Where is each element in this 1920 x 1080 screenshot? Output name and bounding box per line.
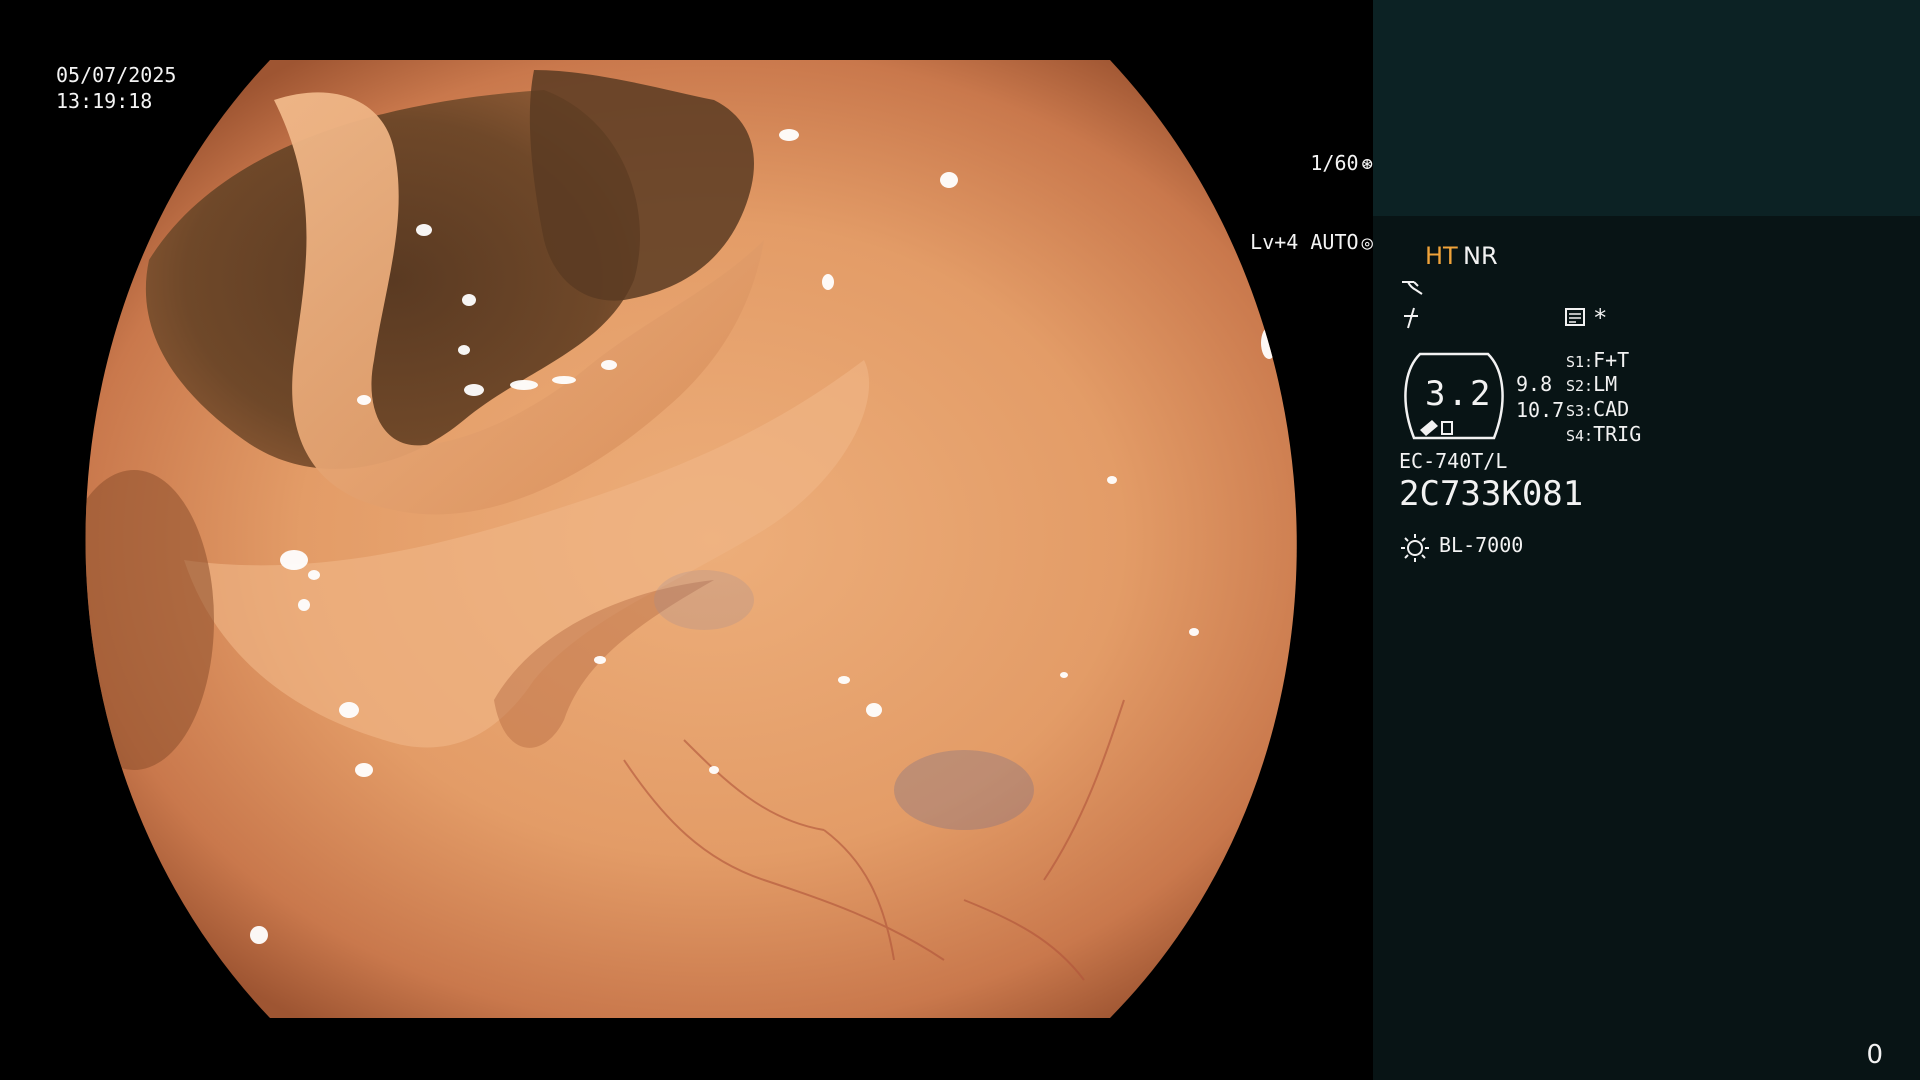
- shutter-speed: 1/60: [1310, 151, 1359, 175]
- scope-model: EC-740T/L: [1399, 449, 1508, 473]
- endoscopic-view: 05/07/2025 13:19:18 1/60 ⊛ Lv+4 AUTO ◎: [0, 0, 1373, 1080]
- date: 05/07/2025: [56, 63, 177, 87]
- mode-nr: NR: [1463, 242, 1498, 270]
- flash-icon: [1404, 307, 1418, 329]
- zoom-max: 10.7: [1516, 398, 1565, 422]
- preset-s3: S3:CAD: [1566, 397, 1630, 421]
- aperture-icon: ⊛: [1361, 153, 1373, 175]
- light-source-model: BL-7000: [1439, 533, 1524, 557]
- brightness-row: Lv+4 AUTO ◎: [53, 229, 1373, 256]
- zoom-min: 9.8: [1516, 372, 1553, 396]
- shutter-row: 1/60 ⊛: [53, 150, 1373, 177]
- zoom-value: 3.2: [1425, 374, 1493, 414]
- scope-serial: 2C733K081: [1399, 474, 1584, 514]
- star-indicator: *: [1593, 304, 1608, 332]
- auto-iris-icon: ◎: [1361, 232, 1373, 254]
- light-source-icon: [1401, 534, 1429, 562]
- preset-s4: S4:TRIG: [1566, 422, 1642, 446]
- exposure-info: 1/60 ⊛ Lv+4 AUTO ◎: [53, 98, 1373, 308]
- image-counter: 0: [1866, 1040, 1883, 1070]
- preset-s1: S1:F+T: [1566, 348, 1630, 372]
- preset-s2: S2:LM: [1566, 372, 1618, 396]
- capture-icon: [1565, 308, 1585, 326]
- panel-header-area: [1373, 0, 1920, 216]
- endoscopy-screen: 05/07/2025 13:19:18 1/60 ⊛ Lv+4 AUTO ◎ HT …: [0, 0, 1920, 1080]
- info-panel: HT NR * 3.2 9.8 10.7 S1:F+T S2:LM S3:CAD…: [1373, 0, 1920, 1080]
- tone-curve-icon: [1402, 281, 1423, 295]
- mode-ht: HT: [1425, 242, 1458, 270]
- brightness-level: Lv+4 AUTO: [1250, 230, 1359, 254]
